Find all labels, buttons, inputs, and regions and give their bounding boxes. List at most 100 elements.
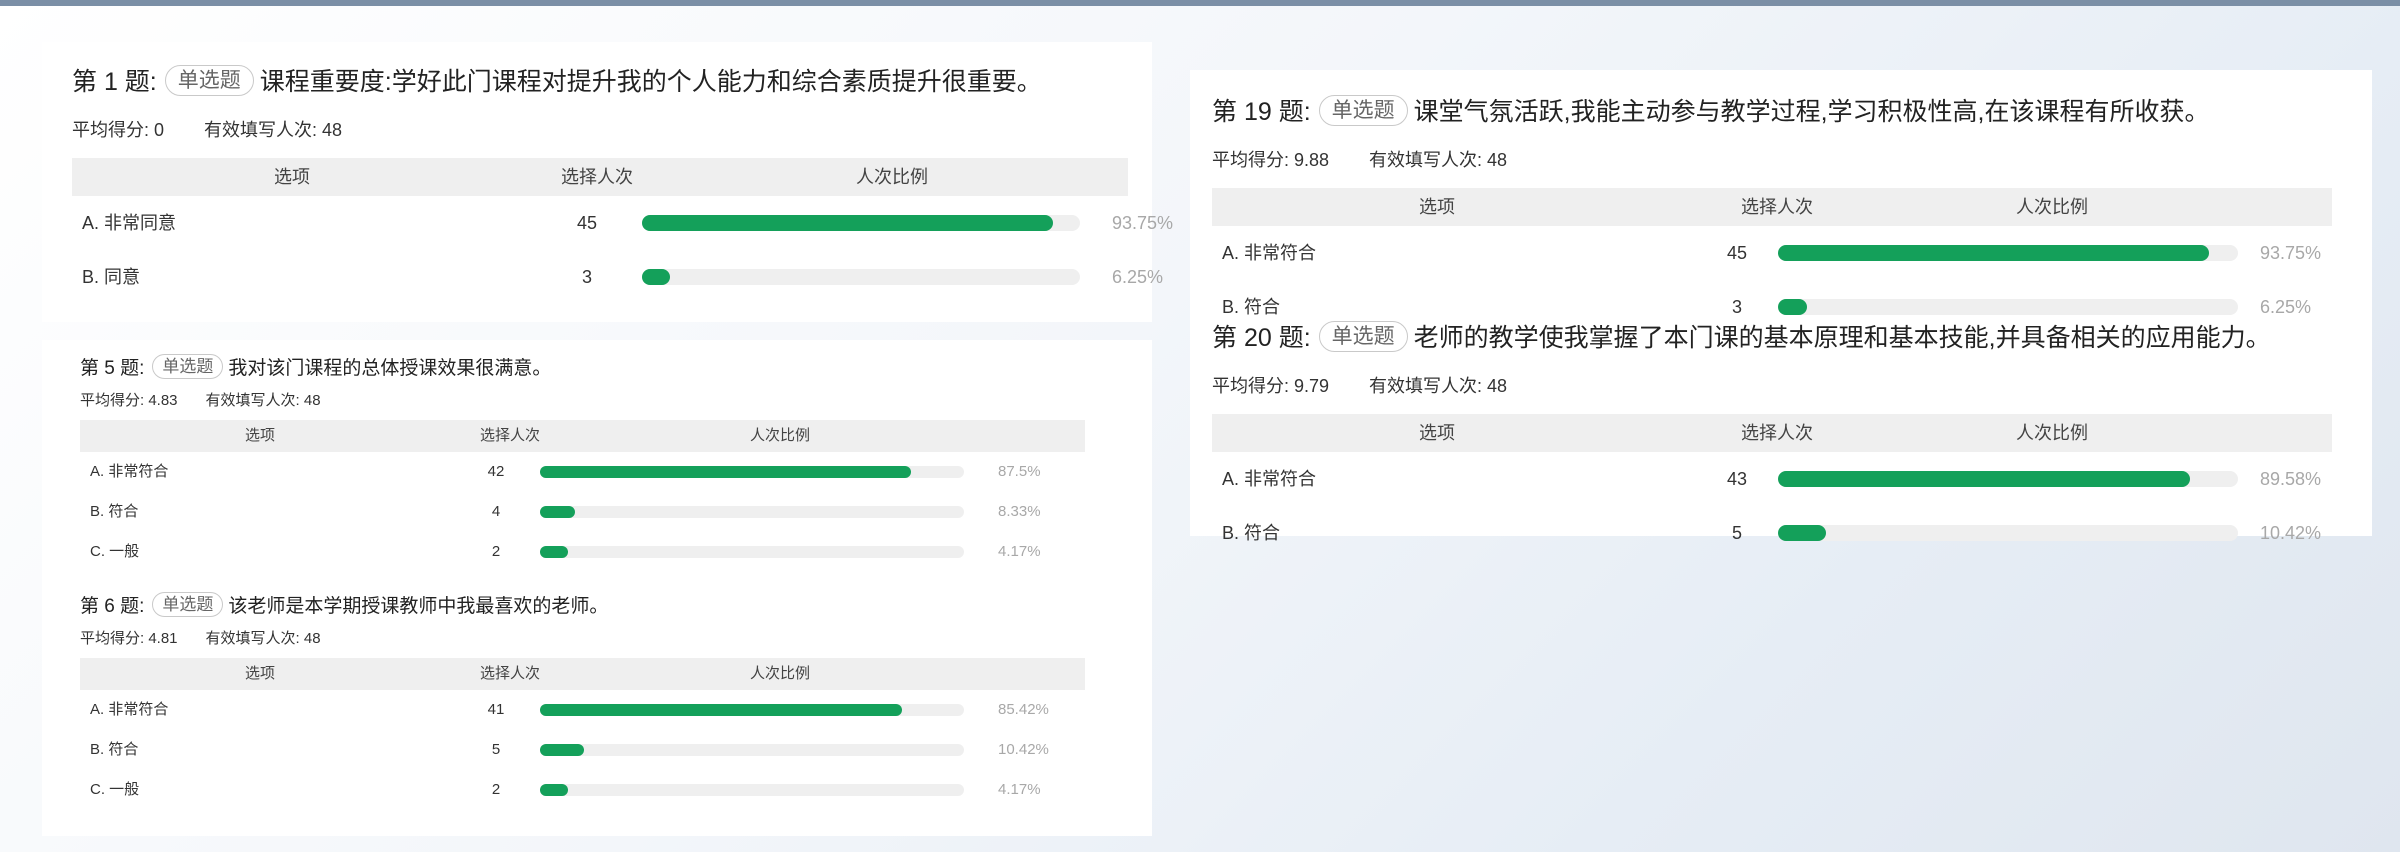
- ratio-percent: 89.58%: [2260, 469, 2322, 489]
- table-row: A. 非常符合 45 93.75%: [1212, 226, 2332, 280]
- ratio-bar-fill: [1778, 245, 2210, 261]
- question-number: 第 5 题:: [80, 357, 145, 379]
- question-type-badge: 单选题: [1318, 94, 1408, 126]
- option-count: 4: [491, 503, 501, 520]
- question-title: 第 1 题: 单选题 课程重要度:学好此门课程对提升我的个人能力和综合素质提升很重要…: [72, 62, 1136, 98]
- ratio-bar-track: [1778, 525, 2238, 541]
- ratio-bar-track: [540, 506, 964, 518]
- ratio-bar-track: [540, 466, 964, 478]
- option-count: 2: [491, 781, 501, 798]
- question-q5: 第 5 题: 单选题 我对该门课程的总体授课效果很满意。平均得分: 4.83 有效填写…: [80, 352, 1140, 572]
- ratio-bar-fill: [540, 704, 903, 716]
- ratio-bar-fill: [642, 269, 670, 285]
- option-label: B. 符合: [90, 741, 139, 758]
- valid-count: 有效填写人次: 48: [205, 392, 321, 409]
- results-table: 选项 选择人次 人次比例 A. 非常符合 43 89.58% B. 符合 5 10.42%: [1212, 414, 2332, 560]
- table-header: 选项 选择人次 人次比例: [1212, 188, 2332, 226]
- header-ratio: 人次比例: [856, 167, 928, 187]
- card-q19-q20: 第 19 题: 单选题 课堂气氛活跃,我能主动参与教学过程,学习积极性高,在该课程有…: [1190, 70, 2372, 543]
- average-score: 平均得分: 9.88: [1212, 150, 1330, 170]
- ratio-bar-fill: [1778, 471, 2191, 487]
- question-text: 课程重要度:学好此门课程对提升我的个人能力和综合素质提升很重要。: [259, 68, 1042, 96]
- table-header: 选项 选择人次 人次比例: [1212, 414, 2332, 452]
- question-text: 该老师是本学期授课教师中我最喜欢的老师。: [228, 595, 609, 617]
- question-text: 课堂气氛活跃,我能主动参与教学过程,学习积极性高,在该课程有所收获。: [1413, 98, 2210, 126]
- ratio-bar-track: [540, 784, 964, 796]
- question-type-badge: 单选题: [152, 353, 224, 379]
- option-label: A. 非常同意: [82, 213, 177, 233]
- option-label: A. 非常符合: [90, 463, 169, 480]
- table-row: C. 一般 2 4.17%: [80, 770, 1085, 810]
- ratio-bar-fill: [540, 546, 568, 558]
- question-text: 我对该门课程的总体授课效果很满意。: [228, 357, 552, 379]
- option-label: A. 非常符合: [1222, 243, 1317, 263]
- table-header: 选项 选择人次 人次比例: [80, 658, 1085, 690]
- question-q1: 第 1 题: 单选题 课程重要度:学好此门课程对提升我的个人能力和综合素质提升很重要…: [72, 62, 1173, 304]
- question-title: 第 6 题: 单选题 该老师是本学期授课教师中我最喜欢的老师。: [80, 590, 1140, 618]
- ratio-bar-fill: [540, 784, 568, 796]
- question-number: 第 6 题:: [80, 595, 145, 617]
- question-type-badge: 单选题: [1318, 320, 1408, 352]
- ratio-bar-fill: [1778, 299, 1807, 315]
- ratio-percent: 85.42%: [998, 701, 1049, 718]
- ratio-bar-track: [1778, 245, 2238, 261]
- option-count: 42: [487, 463, 505, 480]
- header-ratio: 人次比例: [749, 665, 811, 682]
- ratio-bar-fill: [540, 744, 585, 756]
- question-stats: 平均得分: 4.81 有效填写人次: 48: [80, 627, 1140, 648]
- ratio-percent: 4.17%: [998, 543, 1041, 560]
- header-count: 选择人次: [479, 665, 541, 682]
- ratio-bar-track: [540, 704, 964, 716]
- option-count: 45: [576, 213, 598, 233]
- valid-count: 有效填写人次: 48: [204, 120, 343, 140]
- ratio-bar-track: [540, 546, 964, 558]
- ratio-bar-fill: [642, 215, 1053, 231]
- table-row: A. 非常符合 41 85.42%: [80, 690, 1085, 730]
- header-ratio: 人次比例: [2016, 197, 2088, 217]
- ratio-percent: 93.75%: [1112, 213, 1174, 233]
- ratio-bar-track: [642, 215, 1080, 231]
- option-label: B. 同意: [82, 267, 141, 287]
- table-row: A. 非常符合 43 89.58%: [1212, 452, 2332, 506]
- average-score: 平均得分: 0: [72, 120, 165, 140]
- header-option: 选项: [274, 167, 310, 187]
- ratio-bar-fill: [540, 506, 576, 518]
- ratio-bar-fill: [540, 466, 911, 478]
- question-number: 第 19 题:: [1212, 98, 1311, 126]
- header-count: 选择人次: [479, 427, 541, 444]
- question-text: 老师的教学使我掌握了本门课的基本原理和基本技能,并具备相关的应用能力。: [1413, 324, 2271, 352]
- ratio-bar-fill: [1778, 525, 1826, 541]
- ratio-bar-track: [1778, 471, 2238, 487]
- option-label: C. 一般: [90, 543, 140, 560]
- results-table: 选项 选择人次 人次比例 A. 非常符合 41 85.42% B. 符合 5 10.42% C. …: [80, 658, 1085, 810]
- table-header: 选项 选择人次 人次比例: [72, 158, 1128, 196]
- question-number: 第 1 题:: [72, 68, 157, 96]
- header-ratio: 人次比例: [2016, 423, 2088, 443]
- option-count: 45: [1726, 243, 1748, 263]
- table-header: 选项 选择人次 人次比例: [80, 420, 1085, 452]
- header-option: 选项: [1419, 197, 1455, 217]
- header-option: 选项: [1419, 423, 1455, 443]
- question-type-badge: 单选题: [152, 591, 224, 617]
- question-title: 第 20 题: 单选题 老师的教学使我掌握了本门课的基本原理和基本技能,并具备相关的…: [1212, 318, 2362, 354]
- ratio-percent: 10.42%: [2260, 523, 2322, 543]
- top-accent-line: [0, 0, 2400, 6]
- header-ratio: 人次比例: [749, 427, 811, 444]
- option-label: B. 符合: [1222, 523, 1281, 543]
- header-count: 选择人次: [561, 167, 633, 187]
- valid-count: 有效填写人次: 48: [205, 630, 321, 647]
- option-label: A. 非常符合: [90, 701, 169, 718]
- table-row: C. 一般 2 4.17%: [80, 532, 1085, 572]
- ratio-percent: 8.33%: [998, 503, 1041, 520]
- question-title: 第 19 题: 单选题 课堂气氛活跃,我能主动参与教学过程,学习积极性高,在该课程有…: [1212, 92, 2362, 128]
- option-count: 3: [581, 267, 593, 287]
- average-score: 平均得分: 4.83: [80, 392, 178, 409]
- header-count: 选择人次: [1741, 197, 1813, 217]
- table-row: B. 符合 5 10.42%: [1212, 506, 2332, 560]
- ratio-percent: 4.17%: [998, 781, 1041, 798]
- question-title: 第 5 题: 单选题 我对该门课程的总体授课效果很满意。: [80, 352, 1140, 380]
- question-q19: 第 19 题: 单选题 课堂气氛活跃,我能主动参与教学过程,学习积极性高,在该课程有…: [1212, 92, 2362, 334]
- results-table: 选项 选择人次 人次比例 A. 非常符合 42 87.5% B. 符合 4 8.33% C. 一般…: [80, 420, 1085, 572]
- card-q5-q6: 第 5 题: 单选题 我对该门课程的总体授课效果很满意。 平均得分: 4.83 有效填写…: [42, 340, 1152, 836]
- ratio-bar-track: [1778, 299, 2238, 315]
